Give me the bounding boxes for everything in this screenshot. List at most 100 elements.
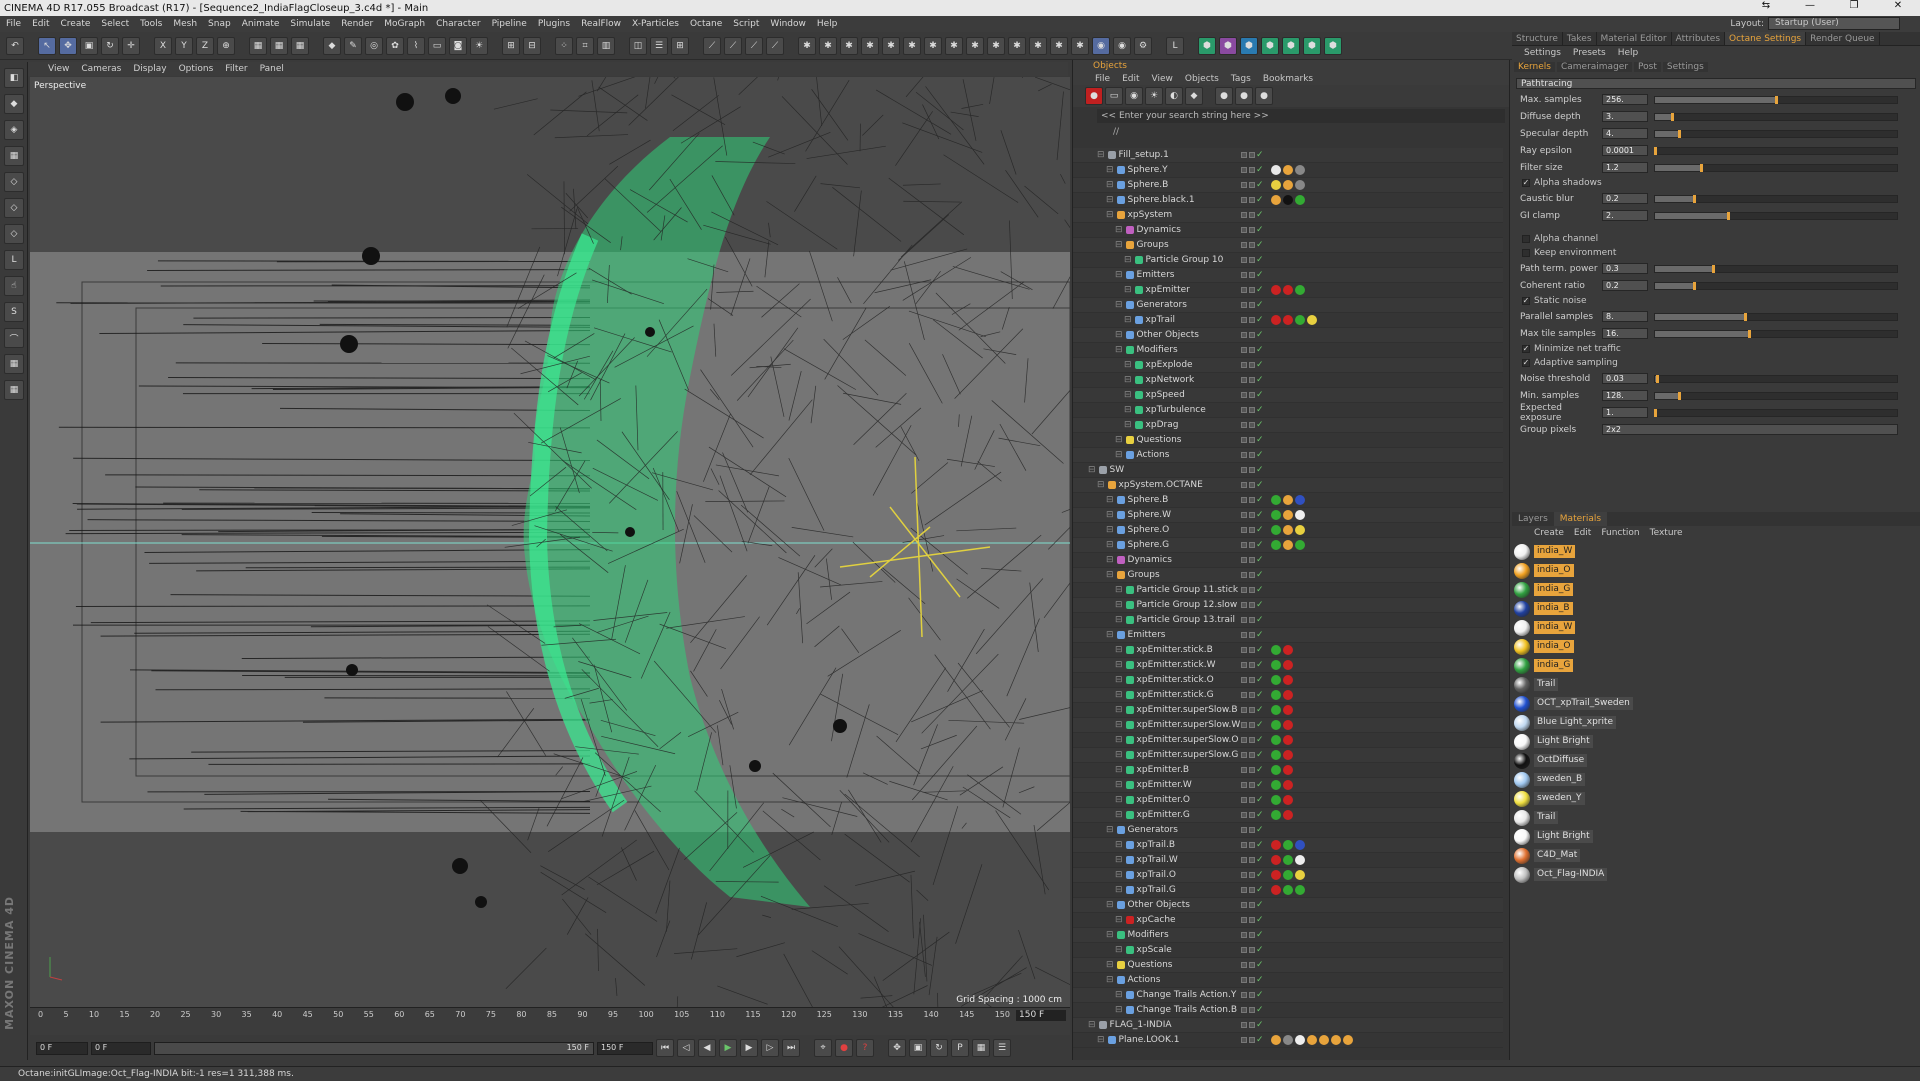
material-item[interactable]: OctDiffuse [1514,751,1914,770]
visibility-flags[interactable] [1241,437,1255,443]
object-row[interactable]: ⊟xpEmitter.superSlow.G✓ [1073,748,1503,763]
enabled-check-icon[interactable]: ✓ [1256,825,1264,835]
param-slider[interactable] [1654,375,1898,383]
objects-menu-objects[interactable]: Objects [1185,74,1219,84]
material-tag-icon[interactable] [1283,735,1293,745]
enabled-check-icon[interactable]: ✓ [1256,990,1264,1000]
object-row[interactable]: ⊟Questions✓ [1073,433,1503,448]
material-tag-icon[interactable] [1283,795,1293,805]
magnet-icon[interactable]: ⌒ [4,328,24,348]
menu-realflow[interactable]: RealFlow [581,19,621,29]
visibility-flags[interactable] [1241,392,1255,398]
viewport-menu-view[interactable]: View [48,64,69,74]
material-tag-icon[interactable] [1283,675,1293,685]
object-row[interactable]: ⊟Dynamics✓ [1073,223,1503,238]
expand-toggle-icon[interactable]: ⊟ [1124,405,1132,415]
viewport-perspective[interactable]: Perspective Grid Spacing : 1000 cm [30,77,1070,1007]
visibility-flags[interactable] [1241,677,1255,683]
visibility-flags[interactable] [1241,287,1255,293]
object-row[interactable]: ⊟Emitters✓ [1073,268,1503,283]
expand-toggle-icon[interactable]: ⊟ [1106,195,1114,205]
points-mode-icon[interactable]: ⁘ [555,37,573,55]
param-value-field[interactable]: 0.2 [1602,280,1648,291]
workplane-icon[interactable]: ⟋ [766,37,784,55]
param-slider[interactable] [1654,195,1898,203]
expand-toggle-icon[interactable]: ⊟ [1124,360,1132,370]
checkbox-alpha-channel[interactable]: Alpha channel [1512,232,1920,246]
param-slider[interactable] [1654,392,1898,400]
expand-toggle-icon[interactable]: ⊟ [1124,420,1132,430]
checkbox-box[interactable]: ✓ [1522,359,1530,367]
param-slider[interactable] [1654,96,1898,104]
octane-subtab-post[interactable]: Post [1634,62,1661,72]
param-slider[interactable] [1654,164,1898,172]
expand-toggle-icon[interactable]: ⊟ [1115,660,1123,670]
visibility-flags[interactable] [1241,977,1255,983]
xp-action-icon[interactable]: ✱ [903,37,921,55]
expand-toggle-icon[interactable]: ⊟ [1124,375,1132,385]
enabled-check-icon[interactable]: ✓ [1256,585,1264,595]
enabled-check-icon[interactable]: ✓ [1256,960,1264,970]
texture-axis-icon[interactable]: ◈ [4,120,24,140]
enabled-check-icon[interactable]: ✓ [1256,330,1264,340]
param-value-field[interactable]: 1. [1602,407,1648,418]
visibility-flags[interactable] [1241,932,1255,938]
checkbox-box[interactable]: ✓ [1522,345,1530,353]
expand-toggle-icon[interactable]: ⊟ [1106,555,1114,565]
material-tag-icon[interactable] [1271,525,1281,535]
object-row[interactable]: ⊟Actions✓ [1073,448,1503,463]
visibility-flags[interactable] [1241,617,1255,623]
key-scale-icon[interactable]: ▣ [909,1039,927,1057]
material-tag-icon[interactable] [1271,780,1281,790]
expand-toggle-icon[interactable]: ⊟ [1106,975,1114,985]
object-row[interactable]: ⊟Sphere.O✓ [1073,523,1503,538]
param-slider[interactable] [1654,265,1898,273]
filter-material-icon[interactable]: ◐ [1165,87,1183,105]
key-rotation-icon[interactable]: ↻ [930,1039,948,1057]
object-mode-icon[interactable]: ◆ [4,94,24,114]
param-slider[interactable] [1654,282,1898,290]
visibility-flags[interactable] [1241,362,1255,368]
object-row[interactable]: ⊟xpEmitter.stick.O✓ [1073,673,1503,688]
tab-octane-settings[interactable]: Octane Settings [1725,32,1806,45]
enabled-check-icon[interactable]: ✓ [1256,150,1264,160]
material-tag-icon[interactable] [1271,810,1281,820]
visibility-flags[interactable] [1241,992,1255,998]
tab-render-queue[interactable]: Render Queue [1806,32,1879,45]
expand-toggle-icon[interactable]: ⊟ [1106,570,1114,580]
recent-tools-icon[interactable]: ✛ [122,37,140,55]
material-tag-icon[interactable] [1271,540,1281,550]
visibility-flags[interactable] [1241,212,1255,218]
menu-octane[interactable]: Octane [690,19,722,29]
enabled-check-icon[interactable]: ✓ [1256,555,1264,565]
material-tag-icon[interactable] [1307,1035,1317,1045]
material-item[interactable]: sweden_Y [1514,789,1914,808]
visibility-flags[interactable] [1241,332,1255,338]
expand-toggle-icon[interactable]: ⊟ [1115,735,1123,745]
enabled-check-icon[interactable]: ✓ [1256,810,1264,820]
enabled-check-icon[interactable]: ✓ [1256,885,1264,895]
visibility-flags[interactable] [1241,842,1255,848]
material-tag-icon[interactable] [1283,510,1293,520]
material-tag-icon[interactable] [1283,285,1293,295]
enabled-check-icon[interactable]: ✓ [1256,420,1264,430]
object-row[interactable]: ⊟Emitters✓ [1073,628,1503,643]
object-row[interactable]: ⊟Dynamics✓ [1073,553,1503,568]
enabled-check-icon[interactable]: ✓ [1256,375,1264,385]
visibility-flags[interactable] [1241,1037,1255,1043]
go-to-prev-key-icon[interactable]: ◁ [677,1039,695,1057]
checkbox-alpha-shadows[interactable]: ✓Alpha shadows [1512,176,1920,190]
material-item[interactable]: Blue Light_xprite [1514,713,1914,732]
param-value-field[interactable]: 256. [1602,94,1648,105]
menu-mograph[interactable]: MoGraph [384,19,425,29]
expand-toggle-icon[interactable]: ⊟ [1115,585,1123,595]
object-row[interactable]: ⊟Other Objects✓ [1073,898,1503,913]
material-item[interactable]: india_O [1514,561,1914,580]
material-tag-icon[interactable] [1271,1035,1281,1045]
key-pla-icon[interactable]: ▦ [972,1039,990,1057]
enabled-check-icon[interactable]: ✓ [1256,510,1264,520]
object-row[interactable]: ⊟Other Objects✓ [1073,328,1503,343]
visibility-flags[interactable] [1241,962,1255,968]
kernel-dropdown[interactable]: Pathtracing [1516,78,1916,89]
enabled-check-icon[interactable]: ✓ [1256,405,1264,415]
